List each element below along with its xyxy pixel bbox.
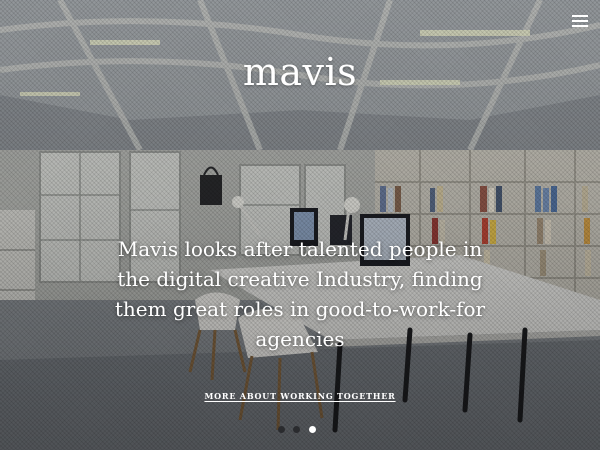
carousel-dot-1[interactable] [278,426,285,433]
carousel-dot-2[interactable] [293,426,300,433]
menu-line-bottom [572,25,588,27]
more-about-working-together-link[interactable]: MORE ABOUT WORKING TOGETHER [204,391,395,401]
menu-line-middle [572,20,588,22]
cta-container: MORE ABOUT WORKING TOGETHER [0,384,600,403]
hero-tagline: Mavis looks after talented people in the… [114,237,486,351]
brand-logo[interactable]: mavis [0,50,600,94]
carousel-dot-3[interactable] [309,426,316,433]
menu-line-top [572,15,588,17]
carousel-pagination [278,426,322,434]
hero-section: mavis Mavis looks after talented people … [0,0,600,450]
hamburger-menu-icon[interactable] [570,12,590,28]
